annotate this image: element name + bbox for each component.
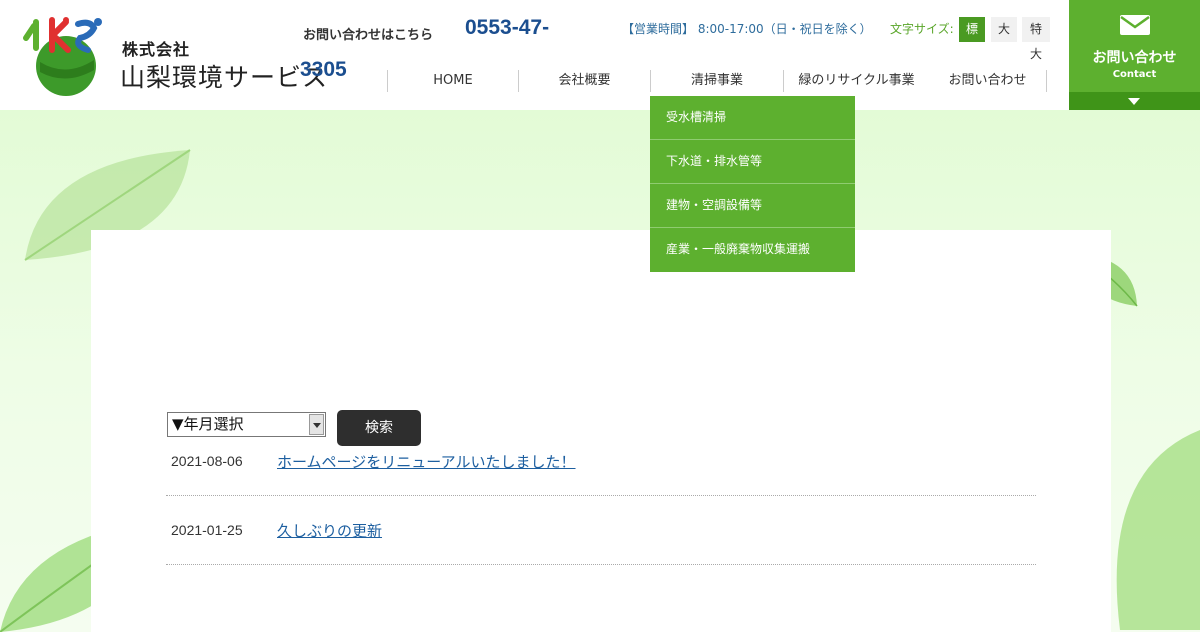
font-size-large-button[interactable]: 大 bbox=[991, 17, 1017, 42]
phone-number-part1[interactable]: 0553-47- bbox=[465, 16, 549, 40]
logo-company-name: 山梨環境サービス bbox=[120, 63, 329, 92]
nav-item-company[interactable]: 会社概要 bbox=[518, 70, 650, 92]
leaf-decoration-icon bbox=[1116, 430, 1200, 630]
news-title-link[interactable]: 久しぶりの更新 bbox=[277, 520, 382, 541]
news-date: 2021-01-25 bbox=[171, 522, 243, 538]
phone-number-part2[interactable]: 3305 bbox=[300, 58, 347, 82]
submenu-item-water-tank[interactable]: 受水槽清掃 bbox=[650, 96, 855, 140]
news-list-item: 2021-01-25 久しぶりの更新 bbox=[166, 495, 1036, 565]
site-logo[interactable]: 株式会社 山梨環境サービス bbox=[18, 16, 348, 96]
submenu-item-sewer[interactable]: 下水道・排水管等 bbox=[650, 140, 855, 184]
site-header: 株式会社 山梨環境サービス お問い合わせはこちら 0553-47- 3305 【… bbox=[0, 0, 1200, 110]
cleaning-submenu: 受水槽清掃 下水道・排水管等 建物・空調設備等 産業・一般廃棄物収集運搬 bbox=[650, 96, 855, 272]
font-size-xlarge-button[interactable]: 特大 bbox=[1022, 17, 1050, 61]
inquiry-label: お問い合わせはこちら bbox=[303, 28, 434, 43]
news-list-item: 2021-08-06 ホームページをリニューアルいたしました！ bbox=[166, 426, 1036, 496]
nav-item-green-recycle[interactable]: 緑のリサイクル事業 bbox=[783, 70, 929, 92]
mail-icon bbox=[1120, 15, 1150, 35]
font-size-label: 文字サイズ: bbox=[890, 22, 954, 36]
font-size-standard-button[interactable]: 標準 bbox=[959, 17, 985, 61]
news-date: 2021-08-06 bbox=[171, 453, 243, 469]
nav-item-contact[interactable]: お問い合わせ bbox=[929, 70, 1047, 92]
business-hours: 【営業時間】 8:00-17:00（日・祝日を除く） bbox=[622, 22, 872, 36]
contact-button-sublabel: Contact bbox=[1112, 69, 1157, 80]
submenu-item-building-aircon[interactable]: 建物・空調設備等 bbox=[650, 184, 855, 228]
logo-company-prefix: 株式会社 bbox=[122, 40, 191, 59]
nav-item-home[interactable]: HOME bbox=[387, 70, 518, 92]
chevron-down-icon bbox=[1128, 98, 1140, 105]
logo-mark-icon bbox=[23, 17, 102, 96]
contact-button[interactable]: お問い合わせ Contact bbox=[1069, 0, 1200, 110]
submenu-item-waste-collection[interactable]: 産業・一般廃棄物収集運搬 bbox=[650, 228, 855, 272]
news-title-link[interactable]: ホームページをリニューアルいたしました！ bbox=[277, 451, 576, 472]
contact-button-label: お問い合わせ bbox=[1092, 50, 1177, 66]
nav-item-cleaning[interactable]: 清掃事業 bbox=[650, 70, 783, 92]
